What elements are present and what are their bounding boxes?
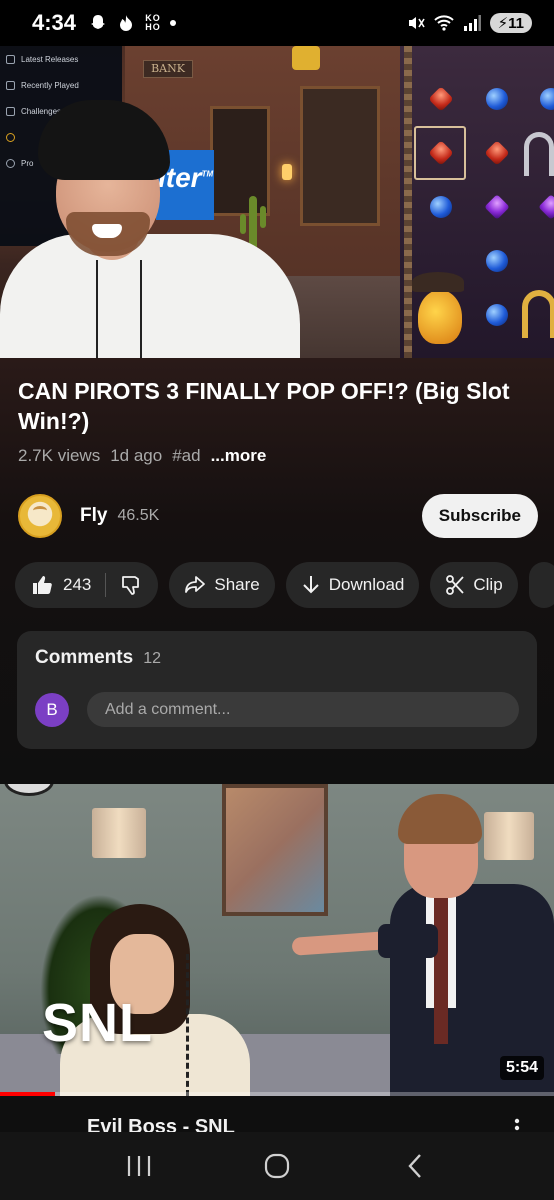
streamer-mouth <box>92 224 122 238</box>
pirate-parrot-character <box>410 266 466 346</box>
battery-level: 11 <box>508 15 524 32</box>
like-divider <box>105 573 107 597</box>
comments-count: 12 <box>143 650 161 667</box>
blue-gem <box>430 196 452 218</box>
recent-apps-icon <box>127 1156 151 1176</box>
wifi-icon <box>433 13 454 33</box>
building-window <box>300 86 380 226</box>
like-button[interactable]: 243 <box>31 574 91 596</box>
bank-sign: BANK <box>143 60 193 78</box>
home-icon <box>264 1153 290 1179</box>
blue-gem <box>486 304 508 326</box>
more-options-icon[interactable] <box>514 1118 520 1132</box>
tinder-flame-icon <box>116 13 136 33</box>
hashtag-link[interactable]: #ad <box>172 446 200 466</box>
video-metadata[interactable]: 2.7K views 1d ago #ad ...more <box>18 446 266 466</box>
status-bar: 4:34 KO HO ⚡11 <box>0 0 554 46</box>
home-button[interactable] <box>247 1136 307 1196</box>
mute-icon <box>406 13 426 33</box>
status-time: 4:34 <box>32 10 77 35</box>
comments-panel[interactable]: Comments 12 B Add a comment... <box>17 631 537 749</box>
clip-button[interactable]: Clip <box>430 562 518 608</box>
signal-icon <box>462 13 482 33</box>
history-icon <box>6 80 15 90</box>
video-title[interactable]: CAN PIROTS 3 FINALLY POP OFF!? (Big Slot… <box>18 376 538 436</box>
music-icon <box>6 54 15 64</box>
add-comment-input[interactable]: Add a comment... <box>87 692 519 727</box>
android-nav-bar <box>0 1132 554 1200</box>
subscriber-count: 46.5K <box>117 507 160 524</box>
blue-gem <box>486 88 508 110</box>
more-actions-button[interactable] <box>528 562 554 608</box>
ko-ho-icon: KO HO <box>145 13 161 32</box>
streamer-hair <box>38 100 170 180</box>
scissors-icon <box>446 575 465 595</box>
video-info-section: CAN PIROTS 3 FINALLY POP OFF!? (Big Slot… <box>0 358 554 770</box>
subscribe-button[interactable]: Subscribe <box>421 494 538 538</box>
like-count: 243 <box>63 575 92 594</box>
snapchat-icon <box>88 13 108 33</box>
thumbs-up-icon <box>33 576 52 594</box>
silver-horseshoe <box>524 132 554 176</box>
streamer-lanyard <box>96 260 142 358</box>
video-duration-badge: 5:54 <box>499 1056 544 1080</box>
sidebar-item-recently-played: Recently Played <box>0 72 122 98</box>
channel-avatar[interactable] <box>18 494 62 538</box>
streamer-shirt <box>0 234 300 358</box>
comments-heading: Comments <box>35 647 134 668</box>
padlock-icon <box>292 46 320 70</box>
share-button[interactable]: Share <box>169 562 275 608</box>
video-player[interactable]: BANK Latest Releases Recently Played Cha… <box>0 46 554 358</box>
next-video-title-row[interactable]: Evil Boss - SNL <box>0 1096 554 1132</box>
actor-tie <box>434 894 448 1044</box>
streamer-webcam <box>0 100 310 358</box>
view-count: 2.7K views <box>18 446 101 465</box>
action-bar: 243 Share Download Clip <box>15 562 554 608</box>
sidebar-item-label: Latest Releases <box>21 54 79 64</box>
suit-sleeve <box>378 924 438 958</box>
upload-age: 1d ago <box>110 446 163 465</box>
share-label: Share <box>214 575 260 594</box>
phone-cord <box>186 954 226 1096</box>
blue-gem <box>486 250 508 272</box>
next-video-title[interactable]: Evil Boss - SNL <box>87 1116 235 1132</box>
recent-apps-button[interactable] <box>109 1136 169 1196</box>
channel-row: Fly 46.5K Subscribe <box>18 494 538 538</box>
thumbs-down-icon <box>122 576 140 595</box>
more-link[interactable]: ...more <box>211 446 267 466</box>
sidebar-item-latest-releases: Latest Releases <box>0 46 122 72</box>
dislike-button[interactable] <box>120 574 142 596</box>
sidebar-item-label: Recently Played <box>21 80 79 90</box>
back-button[interactable] <box>385 1136 445 1196</box>
snl-logo: SNL <box>42 993 153 1053</box>
next-video-thumbnail[interactable]: SNL 5:54 <box>0 784 554 1096</box>
user-avatar: B <box>35 693 69 727</box>
download-label: Download <box>328 575 405 594</box>
clip-label: Clip <box>473 575 503 594</box>
wall-painting <box>222 784 328 916</box>
share-icon <box>185 576 206 593</box>
wall-sconce <box>92 808 146 858</box>
gold-horseshoe <box>522 290 554 338</box>
download-button[interactable]: Download <box>285 562 420 608</box>
channel-name[interactable]: Fly <box>80 505 107 527</box>
back-icon <box>408 1154 421 1178</box>
comments-header: Comments 12 <box>35 647 161 669</box>
like-dislike-pill: 243 <box>15 562 159 608</box>
download-icon <box>303 576 319 594</box>
notification-dot <box>170 20 177 26</box>
actor-hair <box>398 794 482 844</box>
battery-icon: ⚡11 <box>489 13 532 33</box>
